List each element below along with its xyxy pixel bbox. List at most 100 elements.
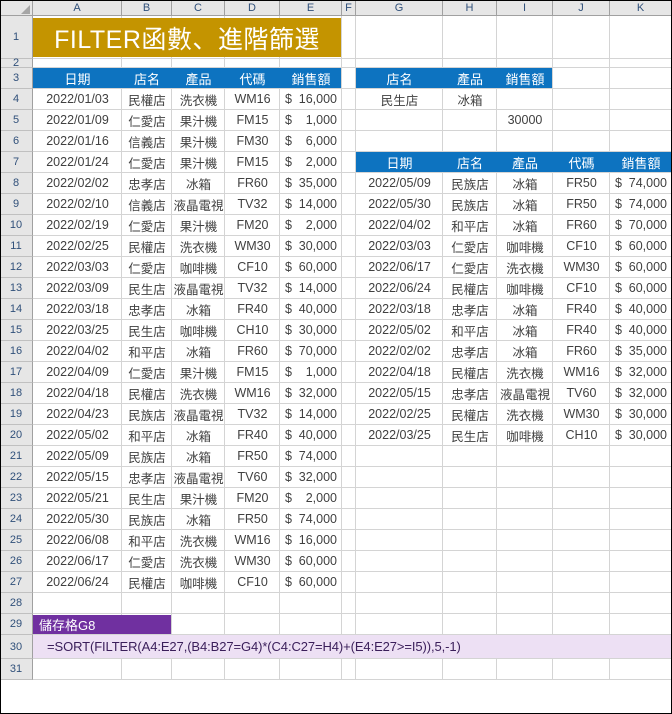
source-amount-cell: $14,000 [280, 404, 342, 424]
result-amount-cell: $35,000 [610, 341, 672, 361]
row-header-6[interactable]: 6 [0, 131, 33, 152]
column-header-J[interactable]: J [553, 0, 610, 16]
amount-value: 1,000 [305, 113, 337, 127]
row-header-11[interactable]: 11 [0, 236, 33, 257]
amount-value: 40,000 [628, 323, 667, 337]
column-header-E[interactable]: E [280, 0, 342, 16]
criteria-product-cell: 冰箱 [457, 93, 483, 108]
source-cell: TV60 [237, 470, 268, 484]
row-header-28[interactable]: 28 [0, 593, 33, 614]
amount-value: 14,000 [298, 197, 337, 211]
amount-value: 14,000 [298, 407, 337, 421]
source-cell: 民生店 [128, 492, 166, 507]
result-amount-cell: $32,000 [610, 383, 672, 403]
currency-symbol: $ [615, 281, 622, 295]
row-header-12[interactable]: 12 [0, 257, 33, 278]
row-header-19[interactable]: 19 [0, 404, 33, 425]
row-header-21[interactable]: 21 [0, 446, 33, 467]
row-header-25[interactable]: 25 [0, 530, 33, 551]
source-amount-cell: $40,000 [280, 425, 342, 445]
row-header-18[interactable]: 18 [0, 383, 33, 404]
row-header-17[interactable]: 17 [0, 362, 33, 383]
row-header-4[interactable]: 4 [0, 89, 33, 110]
source-cell: FM30 [236, 134, 269, 148]
row-header-20[interactable]: 20 [0, 425, 33, 446]
row-header-24[interactable]: 24 [0, 509, 33, 530]
column-header-B[interactable]: B [122, 0, 172, 16]
result-amount-cell: $60,000 [610, 278, 672, 298]
result-cell: 咖啡機 [506, 429, 544, 444]
source-cell: FR50 [237, 512, 268, 526]
criteria-threshold-cell: 30000 [507, 113, 543, 127]
row-header-2[interactable]: 2 [0, 57, 33, 69]
row-header-31[interactable]: 31 [0, 659, 33, 680]
source-cell: 2022/05/21 [46, 491, 109, 505]
row-header-10[interactable]: 10 [0, 215, 33, 236]
row-header-14[interactable]: 14 [0, 299, 33, 320]
currency-symbol: $ [285, 365, 292, 379]
row-header-29[interactable]: 29 [0, 614, 33, 635]
currency-symbol: $ [285, 512, 292, 526]
row-header-27[interactable]: 27 [0, 572, 33, 593]
currency-symbol: $ [285, 92, 292, 106]
source-cell: 民生店 [128, 324, 166, 339]
row-header-22[interactable]: 22 [0, 467, 33, 488]
source-cell: WM30 [234, 239, 271, 253]
result-cell: 民權店 [451, 408, 489, 423]
currency-symbol: $ [285, 176, 292, 190]
source-cell: 液晶電視 [173, 471, 224, 486]
column-header-C[interactable]: C [172, 0, 225, 16]
source-cell: WM30 [234, 554, 271, 568]
column-header-A[interactable]: A [33, 0, 122, 16]
row-header-3[interactable]: 3 [0, 68, 33, 89]
result-cell: 2022/03/18 [368, 302, 431, 316]
currency-symbol: $ [615, 197, 622, 211]
row-header-30[interactable]: 30 [0, 635, 33, 659]
source-amount-cell: $14,000 [280, 194, 342, 214]
result-cell: CF10 [566, 281, 597, 295]
currency-symbol: $ [285, 344, 292, 358]
column-header-F[interactable]: F [342, 0, 356, 16]
result-amount-cell: $70,000 [610, 215, 672, 235]
row-header-1[interactable]: 1 [0, 16, 33, 59]
amount-value: 2,000 [305, 491, 337, 505]
column-header-I[interactable]: I [497, 0, 553, 16]
column-header-H[interactable]: H [443, 0, 497, 16]
currency-symbol: $ [615, 365, 622, 379]
amount-value: 32,000 [628, 365, 667, 379]
amount-value: 35,000 [298, 176, 337, 190]
source-cell: 果汁機 [179, 114, 218, 129]
row-header-15[interactable]: 15 [0, 320, 33, 341]
row-header-26[interactable]: 26 [0, 551, 33, 572]
column-title-result-3: 代碼 [568, 155, 595, 171]
row-header-5[interactable]: 5 [0, 110, 33, 131]
row-header-23[interactable]: 23 [0, 488, 33, 509]
row-header-8[interactable]: 8 [0, 173, 33, 194]
source-cell: 果汁機 [179, 156, 218, 171]
result-cell: 2022/06/17 [368, 260, 431, 274]
currency-symbol: $ [285, 239, 292, 253]
source-cell: 冰箱 [185, 513, 211, 528]
column-header-K[interactable]: K [610, 0, 672, 16]
row-header-16[interactable]: 16 [0, 341, 33, 362]
amount-value: 60,000 [298, 260, 337, 274]
source-cell: 2022/05/02 [46, 428, 109, 442]
currency-symbol: $ [615, 239, 622, 253]
result-cell: FR40 [566, 302, 597, 316]
row-header-7[interactable]: 7 [0, 152, 33, 173]
column-header-G[interactable]: G [356, 0, 443, 16]
result-cell: FR50 [566, 176, 597, 190]
currency-symbol: $ [285, 197, 292, 211]
column-header-D[interactable]: D [225, 0, 280, 16]
row-header-13[interactable]: 13 [0, 278, 33, 299]
source-cell: FR60 [237, 176, 268, 190]
result-cell: CF10 [566, 239, 597, 253]
select-all-corner[interactable] [0, 0, 33, 16]
result-amount-cell: $40,000 [610, 299, 672, 319]
result-cell: 和平店 [451, 219, 489, 234]
source-cell: 果汁機 [179, 366, 218, 381]
row-header-9[interactable]: 9 [0, 194, 33, 215]
amount-value: 1,000 [305, 365, 337, 379]
amount-value: 40,000 [628, 302, 667, 316]
source-cell: 冰箱 [185, 429, 211, 444]
